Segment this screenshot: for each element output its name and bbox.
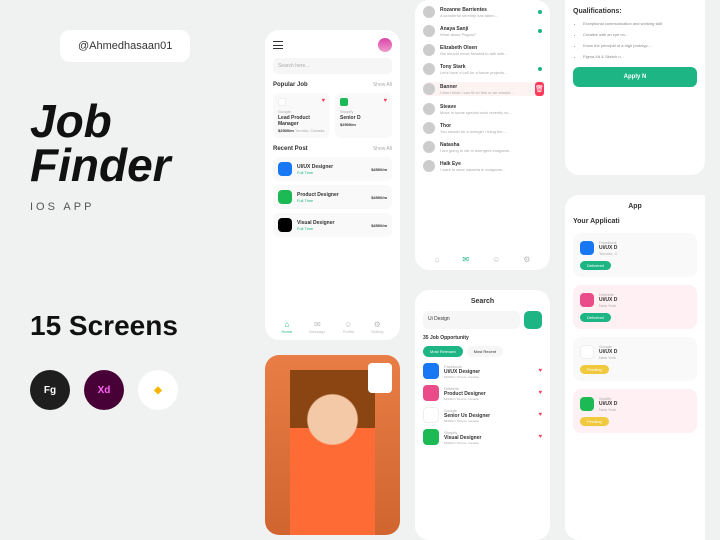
avatar [423,160,435,172]
screen-messages: Rozanne BarrientesA wonderful serenity h… [415,0,550,270]
tab-profile[interactable]: ☺ [492,255,500,264]
search-result[interactable]: GoogleSenior Ux Designer$4500/m Toronto,… [423,407,542,423]
application-card[interactable]: SpotifyUi/UX DNew York Pending [573,389,697,433]
avatar [423,63,435,75]
qualification-item: Creative with an eye on… [583,32,697,37]
tab-relevant[interactable]: Most Relevant [423,346,463,357]
search-result[interactable]: ShopifyVisual Designer$4500/m Toronto, C… [423,429,542,445]
delete-icon[interactable]: 🗑 [535,82,544,96]
message-item[interactable]: Halk EyeI want to save natasha in endgam… [423,160,542,172]
screen-home: Search here... Popular JobShow All ♥ Goo… [265,30,400,340]
search-result[interactable]: DribbbleProduct Designer$4500/m Toronto,… [423,385,542,401]
application-card[interactable]: GoogleUi/UX DNew York Pending [573,337,697,381]
screen-count: 15 Screens [30,310,178,342]
show-all-link[interactable]: Show All [373,82,392,88]
job-row[interactable]: Product DesignerFull Time$4500/m [273,185,392,209]
message-item[interactable]: NatashaI am going to die in avengers end… [423,141,542,153]
qualification-item: Figma,Xd & Sketch n… [583,54,697,59]
status-badge: Delivered [580,261,611,270]
avatar[interactable] [378,38,392,52]
avatar [423,103,435,115]
heart-icon[interactable]: ♥ [538,412,542,418]
qualification-item: Know the principal of a high prototyp… [583,43,697,48]
message-item[interactable]: Anaya SanjiWhat about Paypal? [423,25,542,37]
heart-icon[interactable]: ♥ [321,98,325,106]
tab-message[interactable]: ✉ [462,255,469,264]
message-item[interactable]: Tony StarkLet's have a call for a future… [423,63,542,75]
status-badge: Delivered [580,313,611,322]
hero-title: JobFinder IOS APP [30,100,171,213]
author-handle: @Ahmedhasaan01 [60,30,190,62]
job-card[interactable]: ♥ ShopifySenior D $2500/m [335,93,392,138]
tab-message[interactable]: ✉Message [309,320,325,334]
unread-dot [538,29,542,33]
job-card[interactable]: ♥ GoogleLead Product Manager $2500/m Tor… [273,93,330,138]
screen-video-call [265,355,400,535]
tab-home[interactable]: ⌂ [435,255,440,264]
application-card[interactable]: DribbbleUi/UX DNew York Delivered [573,285,697,329]
message-item[interactable]: Elizabeth OlsenWe should move forward to… [423,44,542,56]
figma-icon: Fg [30,370,70,410]
qualification-item: Exceptional communication and working sk… [583,21,697,26]
heart-icon[interactable]: ♥ [383,98,387,106]
job-row[interactable]: Visual DesignerFull Time$4500/m [273,213,392,237]
application-card[interactable]: FacebookUi/UX DToronto, C Delivered [573,233,697,277]
tab-home[interactable]: ⌂Home [282,320,293,334]
menu-icon[interactable] [273,41,283,49]
search-input[interactable]: Search here... [273,58,392,74]
avatar [423,141,435,153]
status-badge: Pending [580,365,609,374]
tab-setting[interactable]: ⚙Setting [371,320,383,334]
avatar [423,83,435,95]
tool-icons: Fg Xd ◆ [30,370,178,410]
job-row[interactable]: UI/UX DesignerFull Time$4500/m [273,157,392,181]
screen-applications: App Your Applicati FacebookUi/UX DToront… [565,195,705,540]
search-result[interactable]: FacebookUi/UX Designer$4500/m Toronto, C… [423,363,542,379]
screen-job-detail: Qualifications: Exceptional communicatio… [565,0,705,175]
filter-button[interactable] [524,311,542,329]
heart-icon[interactable]: ♥ [538,390,542,396]
message-item[interactable]: BannerI don't think i can fit on this ui… [423,82,542,96]
tab-bar: ⌂Home ✉Message ☺Profile ⚙Setting [273,320,392,334]
xd-icon: Xd [84,370,124,410]
tab-recent[interactable]: Most Recent [467,346,503,357]
search-field[interactable]: Ui Design [423,311,520,329]
message-item[interactable]: Rozanne BarrientesA wonderful serenity h… [423,6,542,18]
avatar [423,44,435,56]
heart-icon[interactable]: ♥ [538,434,542,440]
message-item[interactable]: ThorYou should be a avenger i thing the.… [423,122,542,134]
avatar [423,6,435,18]
avatar [423,122,435,134]
sketch-icon: ◆ [138,370,178,410]
tab-setting[interactable]: ⚙ [523,255,530,264]
screen-search: Search Ui Design 35 Job Opportunity Most… [415,290,550,540]
apply-button[interactable]: Apply N [573,67,697,87]
avatar [423,25,435,37]
show-all-link[interactable]: Show All [373,146,392,152]
self-preview[interactable] [368,363,392,393]
status-badge: Pending [580,417,609,426]
unread-dot [538,10,542,14]
tab-profile[interactable]: ☺Profile [343,320,354,334]
heart-icon[interactable]: ♥ [538,368,542,374]
unread-dot [538,67,542,71]
message-item[interactable]: SteaveMove in some special work recently… [423,103,542,115]
